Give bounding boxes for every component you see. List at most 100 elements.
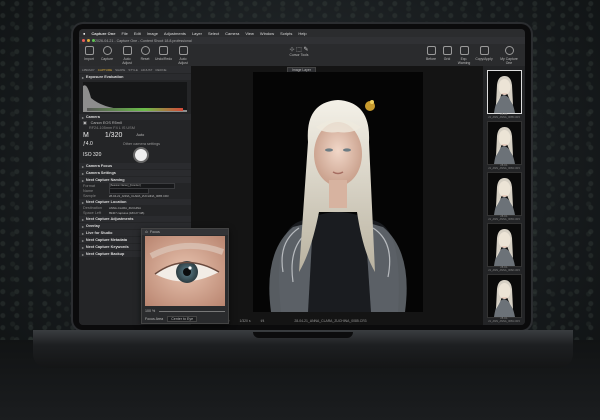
camera-icon: ▣ [83,121,87,125]
reset-button[interactable]: Reset [137,46,153,61]
thumbnail[interactable] [487,274,522,318]
section-camera-focus[interactable]: Camera Focus [79,163,191,169]
naming-sample: 28-04-21_ANNA_CLARA_ZUCHINA_0085.CR3 [109,193,169,198]
thumbnail-image [488,173,521,215]
laptop-notch [253,332,353,338]
section-exposure-evaluation[interactable]: Exposure Evaluation [79,74,191,80]
location-destination[interactable]: ANNA-CLARA_ZUCHINA [109,206,141,210]
menu-adjustments[interactable]: Adjustments [164,31,186,36]
camera-aperture-row: ƒ4.0 Other camera settings [79,140,191,148]
window-titlebar: 2026-04-21 - Capture One - Content Shoot… [79,37,525,44]
tab-refine[interactable]: REFINE [156,68,167,72]
undo-redo-button[interactable]: Undo/Redo [155,46,172,61]
image-viewer[interactable]: Image Layer 1/320 s f/4 28-04-21_ANNA_CL… [191,66,483,325]
thumbnail[interactable] [487,172,522,216]
thumbnail[interactable] [487,70,522,114]
focus-area-select[interactable]: Center to Eye [167,316,198,322]
camera-lens: RF24-105mm F4 L IS USM [89,125,135,130]
status-aperture: f/4 [260,318,265,323]
camera-iso-row: ISO 320 [79,147,191,163]
apple-icon[interactable]: ● [83,31,85,36]
focus-icon: ⊙ [145,230,149,234]
copy-apply-button[interactable]: Copy/Apply [475,46,493,61]
wb-mode[interactable]: Auto [136,133,144,137]
auto-adjust-button[interactable]: Auto Adjust [119,46,135,65]
thumbnail-label: 28-04-21_ANN_ANNA_0083.CR3 [488,215,520,221]
thumbnail-image [488,275,521,317]
menu-bar: ● Capture One File Edit Image Adjustment… [79,29,525,325]
focus-preview[interactable] [145,236,225,306]
cursor-icon: ⊹ ⬚ ✎ [289,47,309,53]
menu-image[interactable]: Image [147,31,158,36]
menu-help[interactable]: Help [298,31,306,36]
tool-tabs: LIBRARY CAPTURE SHAPE STYLE ADJUST REFIN… [79,66,191,73]
thumbnail-image [488,224,521,266]
exposure-warning-button[interactable]: Exp. Warning [455,46,473,65]
naming-sample-row: Sample 28-04-21_ANNA_CLARA_ZUCHINA_0085.C… [83,193,169,198]
camera-mode-row: M 1/320 Auto [79,130,191,140]
zoom-slider[interactable] [159,310,225,312]
my-capture-one-button[interactable]: My Capture One [497,46,521,65]
focus-zoom-row: 100 % [145,309,225,313]
focus-zoom[interactable]: 100 % [145,309,155,313]
menu-layer[interactable]: Layer [192,31,202,36]
thumbnail-label: 28-04-21_ANN_ANNA_0085.CR3 [488,113,520,119]
zoom-button[interactable] [92,39,95,42]
iso-value[interactable]: ISO 320 [83,152,101,158]
menu-scripts[interactable]: Scripts [280,31,292,36]
exposure-mode[interactable]: M [83,132,89,139]
auto-adjust-2-button[interactable]: Auto Adjust [175,46,191,65]
capture-shutter-button[interactable] [133,147,150,163]
section-next-capture-adjustments[interactable]: Next Capture Adjustments [79,216,191,222]
thumbnail[interactable] [487,223,522,267]
laptop-base [33,330,573,368]
focus-area-row: Focus Area Center to Eye [145,316,225,322]
minimize-button[interactable] [87,39,90,42]
shutter-speed[interactable]: 1/320 [105,132,123,139]
window-title: 2026-04-21 - Capture One - Content Shoot… [95,38,192,43]
menu-window[interactable]: Window [260,31,274,36]
toolbar: Import Capture Auto Adjust Reset Undo/Re… [79,44,525,67]
tab-shape[interactable]: SHAPE [115,68,125,72]
location-space: 89407 captures (183.27 GB) [109,210,145,215]
grid-icon [442,46,452,55]
section-camera-settings[interactable]: Camera Settings [79,170,191,176]
focus-tool-header: ⊙ Focus [142,229,228,235]
close-button[interactable] [82,39,85,42]
other-settings[interactable]: Other camera settings [123,142,160,146]
before-button[interactable]: Before [423,46,439,61]
before-icon [426,46,436,55]
filmstrip: 28-04-21_ANN_ANNA_0085.CR3 28-04-21_ANN_… [483,66,525,325]
tab-style[interactable]: STYLE [128,68,138,72]
capture-button[interactable]: Capture [99,46,115,61]
menu-app[interactable]: Capture One [91,31,115,36]
import-button[interactable]: Import [81,46,97,61]
thumbnail[interactable] [487,121,522,165]
tab-library[interactable]: LIBRARY [82,68,95,72]
thumbnail-label: 28-04-21_ANN_ANNA_0084.CR3 [488,164,520,170]
camera-icon [102,46,112,55]
undo-icon [158,46,168,55]
grid-button[interactable]: Grid [439,46,455,61]
thumbnail-image [488,71,521,113]
cursor-tools[interactable]: ⊹ ⬚ ✎ Cursor Tools [284,46,314,57]
menu-view[interactable]: View [245,31,254,36]
menu-select[interactable]: Select [208,31,219,36]
location-space-row: Space Left 89407 captures (183.27 GB) [83,210,145,215]
menu-file[interactable]: File [121,31,127,36]
portrait-image [253,72,423,312]
import-icon [84,46,94,55]
menu-edit[interactable]: Edit [134,31,141,36]
focus-area-label: Focus Area [145,317,164,321]
user-icon [504,46,514,55]
focus-tool-window[interactable]: ⊙ Focus 100 % Focus Area Center to Eye [141,228,229,324]
reset-icon [140,46,150,55]
tab-adjust[interactable]: ADJUST [141,68,153,72]
menu-camera[interactable]: Camera [225,31,239,36]
warning-icon [459,46,469,55]
tab-capture[interactable]: CAPTURE [98,68,112,72]
thumbnail-label: 28-04-21_ANN_ANNA_0082.CR3 [488,266,520,272]
main-photo[interactable] [253,72,423,312]
aperture-value[interactable]: ƒ4.0 [83,141,93,147]
magic-icon [122,46,132,55]
